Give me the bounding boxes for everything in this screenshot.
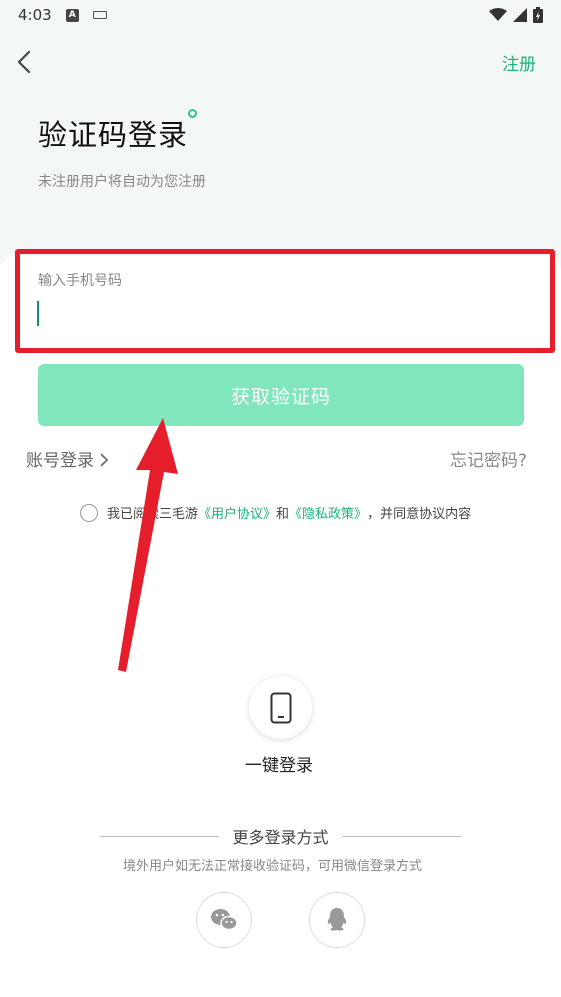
chevron-left-icon xyxy=(17,50,31,74)
page-subtitle: 未注册用户将自动为您注册 xyxy=(38,174,206,190)
get-code-button[interactable]: 获取验证码 xyxy=(38,364,524,426)
qq-icon xyxy=(327,908,347,931)
status-time: 4:03 xyxy=(18,6,52,24)
agreement-and: 和 xyxy=(276,507,290,522)
title-dot-decoration xyxy=(188,109,197,118)
one-click-login-button[interactable] xyxy=(249,676,312,739)
divider-line-left xyxy=(100,835,219,837)
chevron-right-icon xyxy=(100,453,109,467)
user-agreement-link[interactable]: 《用户协议》 xyxy=(198,503,276,522)
register-link[interactable]: 注册 xyxy=(502,50,536,75)
signal-icon xyxy=(513,8,527,22)
overseas-note: 境外用户如无法正常接收验证码，可用微信登录方式 xyxy=(123,859,423,874)
wechat-icon xyxy=(211,909,238,931)
status-bar: 4:03 A xyxy=(0,0,561,30)
back-button[interactable] xyxy=(12,46,40,78)
divider-line-right xyxy=(342,835,462,837)
nav-bar: 注册 xyxy=(0,40,561,84)
input-caret xyxy=(37,301,39,326)
agreement-row: 我已阅读三毛游 《用户协议》 和 《隐私政策》 ，并同意协议内容 xyxy=(80,503,471,522)
wifi-icon xyxy=(489,8,507,21)
phone-icon xyxy=(270,692,291,723)
account-login-label: 账号登录 xyxy=(26,451,94,471)
title-block: 验证码登录 xyxy=(38,109,197,154)
one-click-login-label: 一键登录 xyxy=(245,756,313,776)
privacy-policy-link[interactable]: 《隐私政策》 xyxy=(289,503,367,522)
phone-field-label: 输入手机号码 xyxy=(38,273,122,289)
phone-input[interactable] xyxy=(36,298,516,330)
more-login-title: 更多登录方式 xyxy=(232,828,329,847)
page-title: 验证码登录 xyxy=(38,118,189,152)
more-login-divider: 更多登录方式 xyxy=(100,825,462,847)
battery-icon xyxy=(533,7,543,23)
agreement-checkbox[interactable] xyxy=(80,503,98,522)
a-badge-icon: A xyxy=(65,8,79,22)
keyboard-icon xyxy=(92,11,107,19)
wechat-login-button[interactable] xyxy=(196,892,252,948)
account-login-link[interactable]: 账号登录 xyxy=(26,446,109,471)
status-icons xyxy=(489,7,543,23)
agreement-suffix: ，并同意协议内容 xyxy=(367,507,472,522)
qq-login-button[interactable] xyxy=(309,892,365,948)
agreement-prefix: 我已阅读三毛游 xyxy=(107,507,199,522)
forgot-password-link[interactable]: 忘记密码? xyxy=(450,446,527,471)
